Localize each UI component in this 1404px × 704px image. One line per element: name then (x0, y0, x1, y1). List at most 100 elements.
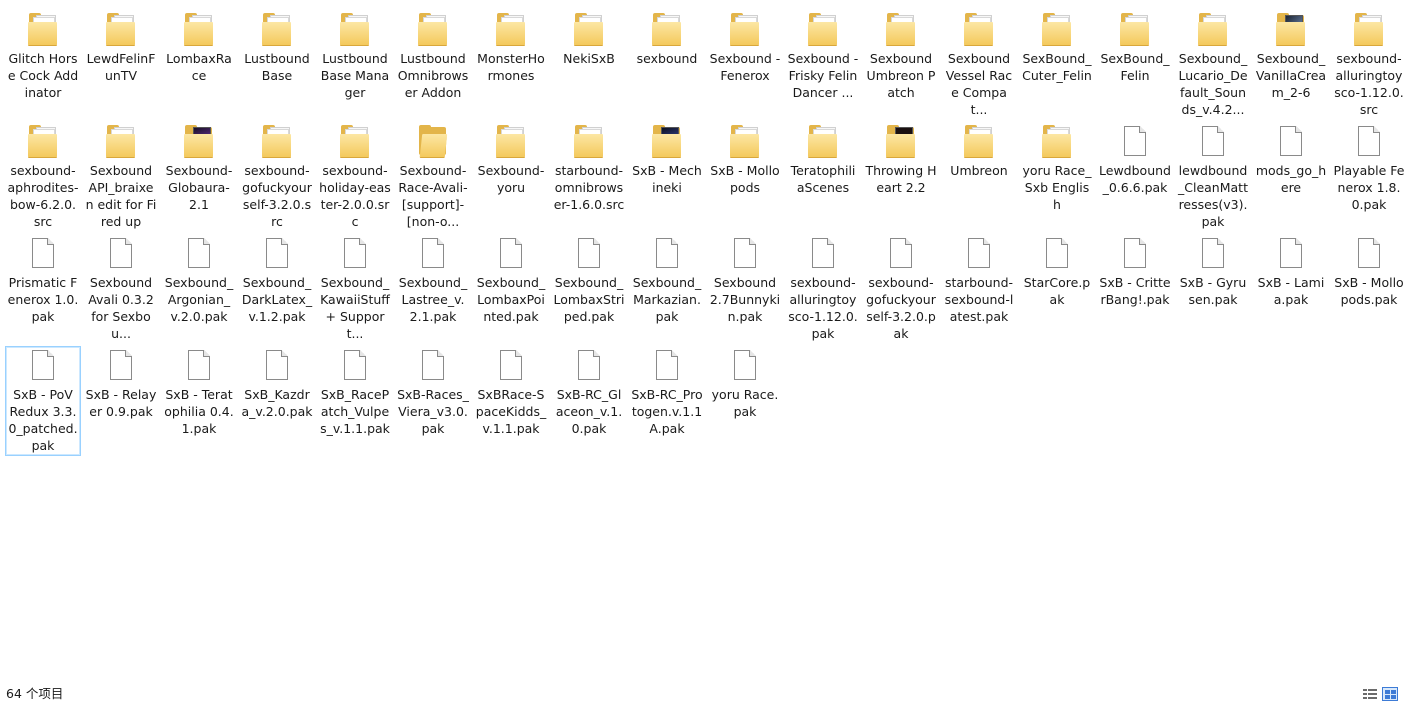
folder-item[interactable]: starbound-omnibrowser-1.6.0.src (551, 122, 627, 230)
file-item[interactable]: SxB - Teratophilia 0.4.1.pak (161, 346, 237, 454)
folder-item[interactable]: Lustbound Omnibrowser Addon (395, 10, 471, 118)
item-label: Sexbound 2.7Bunnykin.pak (709, 275, 781, 324)
file-item[interactable]: Sexbound 2.7Bunnykin.pak (707, 234, 783, 342)
file-item[interactable]: Sexbound_Lastree_v.2.1.pak (395, 234, 471, 342)
item-label: Lustbound Base (244, 51, 310, 83)
item-label: SxB - CritterBang!.pak (1099, 275, 1171, 307)
folder-item[interactable]: Sexbound Vessel Race Compat... (941, 10, 1017, 118)
file-item[interactable]: SxBRace-SpaceKidds_v.1.1.pak (473, 346, 549, 454)
file-icon (183, 349, 215, 383)
file-item[interactable]: SxB_Kazdra_v.2.0.pak (239, 346, 315, 454)
folder-item[interactable]: sexbound-alluringtoysco-1.12.0.src (1331, 10, 1404, 118)
file-item[interactable]: Sexbound Avali 0.3.2 for Sexbou... (83, 234, 159, 342)
item-label: lewdbound_CleanMattresses(v3).pak (1178, 163, 1248, 229)
folder-item[interactable]: NekiSxB (551, 10, 627, 118)
folder-item[interactable]: MonsterHormones (473, 10, 549, 118)
folder-icon (573, 13, 605, 47)
folder-item[interactable]: SxB - Mollopods (707, 122, 783, 230)
file-item[interactable]: SxB - Lamia.pak (1253, 234, 1329, 342)
file-icon (573, 349, 605, 383)
file-icon (651, 349, 683, 383)
file-item[interactable]: sexbound-gofuckyourself-3.2.0.pak (863, 234, 939, 342)
folder-item[interactable]: sexbound-aphrodites-bow-6.2.0.src (5, 122, 81, 230)
file-icon (729, 349, 761, 383)
folder-icon (651, 125, 683, 159)
item-label: Sexbound_LombaxPointed.pak (476, 275, 546, 324)
file-icon (495, 349, 527, 383)
item-label: TeratophiliaScenes (790, 163, 856, 195)
file-item[interactable]: SxB - Mollopods.pak (1331, 234, 1404, 342)
item-label: Sexbound - Fenerox (709, 51, 781, 83)
item-label: SxB - Mollopods (710, 163, 780, 195)
folder-item[interactable]: Glitch Horse Cock Addinator (5, 10, 81, 118)
folder-item[interactable]: TeratophiliaScenes (785, 122, 861, 230)
file-item[interactable]: Playable Fenerox 1.8.0.pak (1331, 122, 1404, 230)
file-item[interactable]: Sexbound_LombaxStriped.pak (551, 234, 627, 342)
folder-item[interactable]: Sexbound Umbreon Patch (863, 10, 939, 118)
folder-item[interactable]: Sexbound-yoru (473, 122, 549, 230)
file-item[interactable]: SxB_RacePatch_Vulpes_v.1.1.pak (317, 346, 393, 454)
file-item[interactable]: Sexbound_KawaiiStuff+ Support... (317, 234, 393, 342)
folder-item[interactable]: SexBound_Cuter_Felin (1019, 10, 1095, 118)
folder-item[interactable]: Umbreon (941, 122, 1017, 230)
file-item[interactable]: yoru Race.pak (707, 346, 783, 454)
item-label: sexbound-aphrodites-bow-6.2.0.src (7, 163, 79, 229)
folder-item[interactable]: Throwing Heart 2.2 (863, 122, 939, 230)
item-label: Lustbound Base Manager (320, 51, 390, 100)
folder-icon (339, 125, 371, 159)
file-icon (1197, 125, 1229, 159)
file-icon (27, 237, 59, 271)
file-item[interactable]: sexbound-alluringtoysco-1.12.0.pak (785, 234, 861, 342)
item-label: SxB-RC_Protogen.v.1.1A.pak (631, 387, 703, 436)
folder-item[interactable]: SexBound_Felin (1097, 10, 1173, 118)
file-item[interactable]: StarCore.pak (1019, 234, 1095, 342)
file-item[interactable]: Lewdbound_0.6.6.pak (1097, 122, 1173, 230)
file-item[interactable]: Sexbound_Markazian.pak (629, 234, 705, 342)
folder-item[interactable]: Sexbound API_braixen edit for Fired up (83, 122, 159, 230)
details-view-icon[interactable] (1362, 687, 1378, 701)
file-item[interactable]: SxB - Gyrusen.pak (1175, 234, 1251, 342)
folder-item[interactable]: Sexbound - Frisky Felin Dancer ... (785, 10, 861, 118)
file-icon (1119, 237, 1151, 271)
folder-item[interactable]: Sexbound-Globaura-2.1 (161, 122, 237, 230)
folder-item[interactable]: Sexbound-Race-Avali-[support]-[non-o... (395, 122, 471, 230)
folder-item[interactable]: LombaxRace (161, 10, 237, 118)
item-label: SxB_RacePatch_Vulpes_v.1.1.pak (320, 387, 390, 436)
folder-icon (885, 125, 917, 159)
file-item[interactable]: Sexbound_DarkLatex_v.1.2.pak (239, 234, 315, 342)
folder-item[interactable]: Lustbound Base Manager (317, 10, 393, 118)
item-label: MonsterHormones (477, 51, 545, 83)
folder-item[interactable]: sexbound-holiday-easter-2.0.0.src (317, 122, 393, 230)
file-item[interactable]: lewdbound_CleanMattresses(v3).pak (1175, 122, 1251, 230)
folder-item[interactable]: Sexbound_Lucario_Default_Sounds_v.4.2... (1175, 10, 1251, 118)
folder-item[interactable]: Sexbound_VanillaCream_2-6 (1253, 10, 1329, 118)
file-icon (339, 237, 371, 271)
file-item[interactable]: Sexbound_LombaxPointed.pak (473, 234, 549, 342)
folder-item[interactable]: Lustbound Base (239, 10, 315, 118)
item-label: Sexbound_DarkLatex_v.1.2.pak (241, 275, 313, 324)
folder-icon (807, 125, 839, 159)
file-item[interactable]: mods_go_here (1253, 122, 1329, 230)
file-item[interactable]: SxB-Races_Viera_v3.0.pak (395, 346, 471, 454)
item-label: Glitch Horse Cock Addinator (7, 51, 79, 100)
folder-item[interactable]: yoru Race_Sxb English (1019, 122, 1095, 230)
folder-item[interactable]: LewdFelinFunTV (83, 10, 159, 118)
folder-icon (729, 13, 761, 47)
file-item[interactable]: SxB - PoV Redux 3.3.0_patched.pak (5, 346, 81, 456)
folder-item[interactable]: sexbound-gofuckyourself-3.2.0.src (239, 122, 315, 230)
file-item[interactable]: SxB - CritterBang!.pak (1097, 234, 1173, 342)
folder-icon (1041, 13, 1073, 47)
item-label: sexbound (636, 51, 698, 66)
folder-item[interactable]: sexbound (629, 10, 705, 118)
file-item[interactable]: SxB - Relayer 0.9.pak (83, 346, 159, 454)
file-item[interactable]: Sexbound_Argonian_v.2.0.pak (161, 234, 237, 342)
file-item[interactable]: starbound-sexbound-latest.pak (941, 234, 1017, 342)
file-item[interactable]: SxB-RC_Glaceon_v.1.0.pak (551, 346, 627, 454)
file-item[interactable]: Prismatic Fenerox 1.0.pak (5, 234, 81, 342)
large-icons-view-icon[interactable] (1382, 687, 1398, 701)
file-item[interactable]: SxB-RC_Protogen.v.1.1A.pak (629, 346, 705, 454)
item-label: SxB - Gyrusen.pak (1179, 275, 1247, 307)
folder-item[interactable]: SxB - Mechineki (629, 122, 705, 230)
item-label: Throwing Heart 2.2 (865, 163, 937, 195)
folder-item[interactable]: Sexbound - Fenerox (707, 10, 783, 118)
